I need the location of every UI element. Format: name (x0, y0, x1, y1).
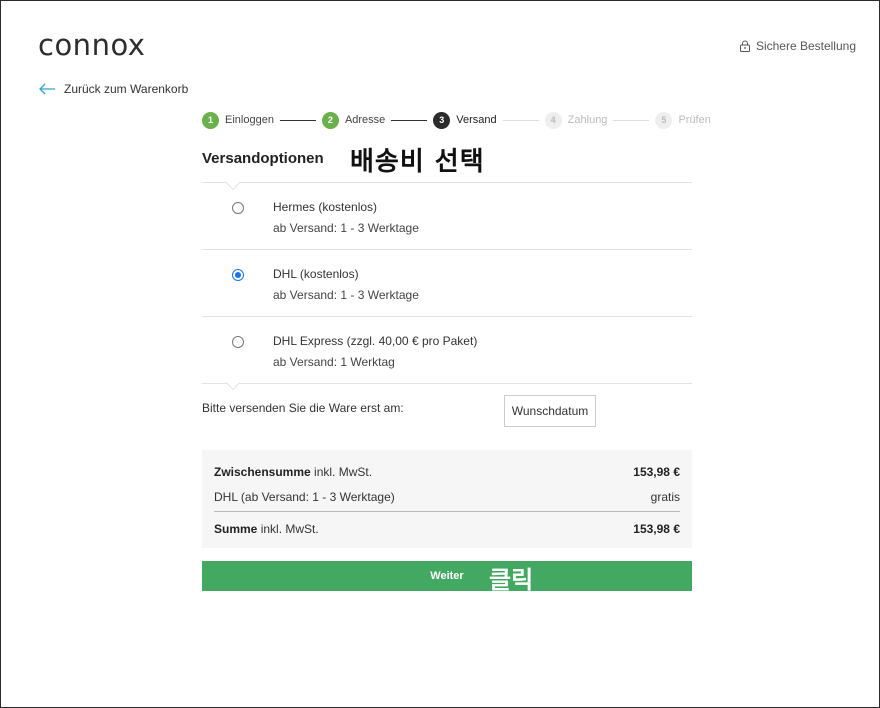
order-summary: Zwischensumme inkl. MwSt. 153,98 € DHL (… (202, 450, 692, 548)
back-to-cart-link[interactable]: Zurück zum Warenkorb (38, 82, 188, 96)
shipping-options-list: Hermes (kostenlos) ab Versand: 1 - 3 Wer… (202, 182, 692, 384)
step-label: Adresse (344, 114, 386, 126)
shipping-cost-value: gratis (650, 490, 680, 504)
shipping-cost-label: DHL (ab Versand: 1 - 3 Werktage) (214, 490, 395, 504)
shipping-option-dhl-express[interactable]: DHL Express (zzgl. 40,00 € pro Paket) ab… (202, 317, 692, 384)
shipping-option-dhl[interactable]: DHL (kostenlos) ab Versand: 1 - 3 Werkta… (202, 250, 692, 317)
step-label: Einloggen (225, 114, 274, 126)
back-to-cart-label: Zurück zum Warenkorb (64, 82, 189, 96)
continue-button[interactable]: Weiter (202, 561, 692, 591)
shipping-option-hermes[interactable]: Hermes (kostenlos) ab Versand: 1 - 3 Wer… (202, 183, 692, 250)
shipping-option-detail: ab Versand: 1 Werktag (273, 355, 395, 369)
step-connector (279, 119, 316, 121)
shipping-option-name: Hermes (kostenlos) (273, 200, 378, 214)
step-number: 1 (202, 111, 219, 129)
secure-order-indicator: Sichere Bestellung (739, 39, 856, 53)
shipping-cost-row: DHL (ab Versand: 1 - 3 Werktage) gratis (214, 490, 680, 504)
step-login[interactable]: 1 Einloggen (202, 111, 274, 129)
step-shipping: 3 Versand (433, 111, 497, 129)
step-label: Versand (456, 114, 497, 126)
step-review: 5 Prüfen (655, 111, 711, 129)
step-number: 5 (655, 111, 673, 129)
step-number: 2 (321, 111, 339, 129)
shipping-options-heading: Versandoptionen (202, 150, 324, 167)
arrow-left-icon (39, 83, 55, 95)
step-number: 3 (433, 111, 451, 129)
subtotal-label-bold: Zwischensumme (214, 465, 311, 479)
shipping-option-name: DHL Express (zzgl. 40,00 € pro Paket) (273, 334, 478, 348)
select-shipping-annotation: 배송비 선택 (350, 147, 485, 177)
subtotal-label-suffix: inkl. MwSt. (310, 465, 373, 479)
secure-order-label: Sichere Bestellung (755, 39, 856, 53)
click-annotation: 클릭 (489, 566, 534, 594)
shipping-option-detail: ab Versand: 1 - 3 Werktage (273, 221, 419, 235)
ship-date-note: Bitte versenden Sie die Ware erst am: (202, 401, 404, 415)
checkout-stepper: 1 Einloggen 2 Adresse 3 Versand 4 Zahlun… (202, 111, 711, 129)
total-label-bold: Summe (214, 522, 258, 536)
total-value: 153,98 € (633, 522, 680, 536)
shipping-option-detail: ab Versand: 1 - 3 Werktage (273, 288, 419, 302)
connox-logo[interactable]: connox (38, 28, 145, 62)
step-connector (502, 119, 539, 121)
wish-date-button[interactable]: Wunschdatum (504, 395, 596, 427)
total-row: Summe inkl. MwSt. 153,98 € (214, 522, 680, 536)
summary-divider (214, 511, 680, 512)
step-label: Zahlung (567, 114, 608, 126)
radio-button[interactable] (232, 202, 244, 214)
step-number: 4 (544, 111, 562, 129)
step-connector (613, 119, 650, 121)
total-label-suffix: inkl. MwSt. (257, 522, 319, 536)
radio-button-selected[interactable] (232, 269, 244, 281)
step-address[interactable]: 2 Adresse (321, 111, 386, 129)
shipping-option-name: DHL (kostenlos) (273, 267, 359, 281)
subtotal-label: Zwischensumme inkl. MwSt. (214, 465, 372, 479)
step-payment: 4 Zahlung (544, 111, 608, 129)
step-connector (391, 119, 428, 121)
subtotal-value: 153,98 € (633, 465, 680, 479)
total-label: Summe inkl. MwSt. (214, 522, 319, 536)
subtotal-row: Zwischensumme inkl. MwSt. 153,98 € (214, 465, 680, 479)
radio-button[interactable] (232, 336, 244, 348)
lock-icon (739, 40, 750, 52)
step-label: Prüfen (678, 114, 711, 126)
